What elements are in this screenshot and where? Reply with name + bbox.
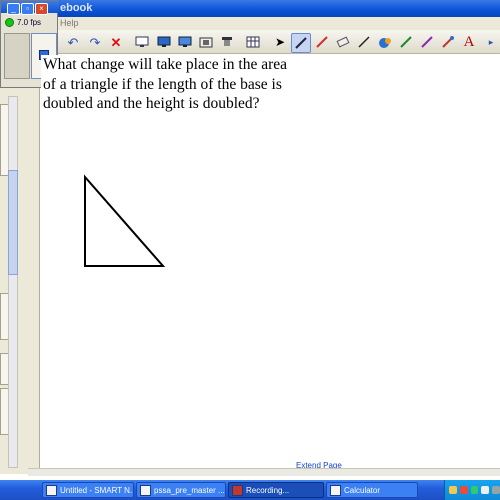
- tray-icon[interactable]: [470, 486, 479, 494]
- sidebar-scrollbar[interactable]: [8, 96, 18, 468]
- fps-label: 7.0 fps: [17, 17, 42, 27]
- document-camera-icon[interactable]: [218, 33, 236, 51]
- window-title: ebook: [60, 2, 93, 14]
- table-icon[interactable]: [244, 33, 262, 51]
- tray-icon[interactable]: [481, 486, 490, 494]
- system-tray: [444, 480, 500, 500]
- taskbar-item-pssa[interactable]: pssa_pre_master ...: [136, 482, 226, 498]
- recorder-panel: [4, 33, 30, 79]
- recorder-icon: [232, 484, 243, 496]
- taskbar-item-label: Recording...: [246, 485, 290, 495]
- taskbar-item-label: Untitled - SMART N...: [60, 485, 134, 495]
- taskbar-item-label: pssa_pre_master ...: [154, 485, 225, 495]
- display-icon[interactable]: [155, 33, 173, 51]
- properties-pen-icon[interactable]: [418, 33, 436, 51]
- fps-indicator: 7.0 fps: [5, 16, 55, 28]
- redo-icon[interactable]: ↷: [86, 33, 104, 51]
- taskbar-item-calculator[interactable]: Calculator: [326, 482, 418, 498]
- toolbar: ↶ ↷ ✕ ➤ A ▸: [0, 30, 500, 54]
- sidebar-scroll-thumb[interactable]: [8, 170, 18, 275]
- taskbar: Untitled - SMART N... pssa_pre_master ..…: [0, 480, 500, 500]
- taskbar-item-smart-notebook[interactable]: Untitled - SMART N...: [42, 482, 134, 498]
- close-icon[interactable]: ×: [35, 3, 48, 15]
- select-pointer-icon[interactable]: ➤: [271, 33, 289, 51]
- calculator-icon: [330, 484, 341, 496]
- tray-icon[interactable]: [449, 486, 457, 494]
- magic-pen-icon[interactable]: [397, 33, 415, 51]
- question-text[interactable]: What change will take place in the area …: [43, 55, 343, 114]
- document-icon: [140, 484, 151, 496]
- menu-bar: Help: [0, 17, 500, 30]
- recorder-titlebar: _ ▫ ×: [1, 1, 59, 15]
- tray-icon[interactable]: [492, 486, 500, 494]
- pen-icon[interactable]: [291, 33, 311, 53]
- notebook-icon: [46, 484, 57, 496]
- undo-icon[interactable]: ↶: [64, 33, 82, 51]
- fill-icon[interactable]: [376, 33, 394, 51]
- restore-icon[interactable]: ▫: [21, 3, 34, 15]
- line-icon[interactable]: [355, 33, 373, 51]
- menu-help[interactable]: Help: [60, 18, 79, 28]
- taskbar-item-label: Calculator: [344, 485, 381, 495]
- monitor-icon[interactable]: [176, 33, 194, 51]
- more-tools-icon[interactable]: ▸: [482, 33, 500, 51]
- creative-pen-icon[interactable]: [313, 33, 331, 51]
- taskbar-item-recording[interactable]: Recording...: [228, 482, 324, 498]
- screen-shade-icon[interactable]: [133, 33, 151, 51]
- minimize-icon[interactable]: _: [7, 3, 20, 15]
- tray-icon[interactable]: [459, 486, 468, 494]
- recording-status-icon: [5, 17, 14, 27]
- side-tab-panel: [0, 88, 40, 474]
- delete-icon[interactable]: ✕: [107, 33, 125, 51]
- recognition-icon[interactable]: [439, 33, 457, 51]
- text-icon[interactable]: A: [460, 33, 478, 51]
- capture-icon[interactable]: [197, 33, 215, 51]
- eraser-icon[interactable]: [334, 33, 352, 51]
- title-bar: ebook: [0, 0, 500, 17]
- triangle-shape[interactable]: [80, 172, 170, 272]
- horizontal-scrollbar[interactable]: [28, 468, 500, 476]
